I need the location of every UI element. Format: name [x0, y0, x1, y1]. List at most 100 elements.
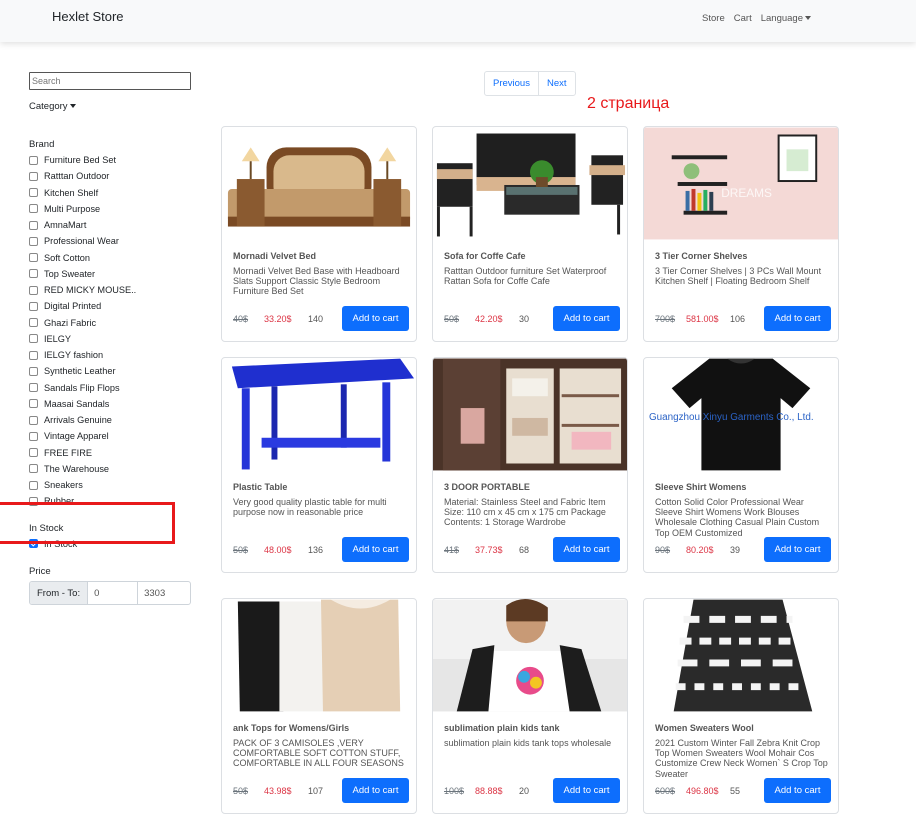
brand-checkbox[interactable] [29, 155, 38, 165]
product-image[interactable] [433, 127, 627, 240]
next-page-button[interactable]: Next [537, 72, 575, 95]
brand-checkbox[interactable] [29, 253, 38, 263]
brand-checkbox-row[interactable]: Furniture Bed Set [29, 152, 204, 168]
nav-links: Store Cart Language [702, 13, 811, 24]
brand-checkbox[interactable] [29, 431, 38, 441]
product-card: Guangzhou Xinyu Garments Co., Ltd. Sleeve… [643, 357, 839, 573]
brand-checkbox-row[interactable]: Soft Cotton [29, 250, 204, 266]
brand-checkbox[interactable] [29, 366, 38, 376]
brand-label: IELGY [44, 333, 72, 344]
product-image[interactable]: Guangzhou Xinyu Garments Co., Ltd. [644, 358, 838, 471]
top-navbar: Hexlet Store Store Cart Language [0, 0, 916, 42]
add-to-cart-button[interactable]: Add to cart [553, 306, 620, 331]
product-image[interactable] [222, 358, 416, 471]
nav-store-link[interactable]: Store [702, 13, 725, 24]
search-input[interactable] [29, 72, 191, 90]
brand-checkbox-row[interactable]: Maasai Sandals [29, 396, 204, 412]
product-footer: 50$ 42.20$ 30 Add to cart [444, 306, 620, 331]
brand-checkbox[interactable] [29, 350, 38, 360]
brand-checkbox-row[interactable]: Multi Purpose [29, 201, 204, 217]
add-to-cart-button[interactable]: Add to cart [553, 537, 620, 562]
brand-label: Furniture Bed Set [44, 155, 117, 166]
brand-checkbox-row[interactable]: Ratttan Outdoor [29, 168, 204, 184]
product-card: Women Sweaters Wool 2021 Custom Winter Fa… [643, 598, 839, 814]
price-range-label: From - To: [30, 582, 89, 604]
product-image[interactable] [222, 127, 416, 240]
brand-checkbox-row[interactable]: Arrivals Genuine [29, 412, 204, 428]
product-title: Mornadi Velvet Bed [233, 251, 317, 261]
previous-page-button[interactable]: Previous [485, 72, 538, 95]
brand-checkbox[interactable] [29, 448, 38, 458]
old-price: 40$ [233, 313, 249, 324]
brand-checkbox-row[interactable]: Professional Wear [29, 233, 204, 249]
add-to-cart-button[interactable]: Add to cart [553, 778, 620, 803]
brand-checkbox[interactable] [29, 269, 38, 279]
brand-checkbox-row[interactable]: Sneakers [29, 477, 204, 493]
brand-checkbox[interactable] [29, 171, 38, 181]
brand-checkbox[interactable] [29, 464, 38, 474]
brand-checkbox-row[interactable]: Digital Printed [29, 298, 204, 314]
stock-count: 68 [519, 544, 530, 555]
brand-checkbox-row[interactable]: The Warehouse [29, 461, 204, 477]
product-description: Mornadi Velvet Bed Base with Headboard S… [233, 266, 400, 297]
brand-checkbox-row[interactable]: Vintage Apparel [29, 428, 204, 444]
add-to-cart-button[interactable]: Add to cart [342, 537, 409, 562]
brand-checkbox[interactable] [29, 204, 38, 214]
sale-price: 80.20$ [686, 544, 714, 555]
brand-checkbox-row[interactable]: IELGY fashion [29, 347, 204, 363]
product-footer: 90$ 80.20$ 39 Add to cart [655, 537, 831, 562]
add-to-cart-button[interactable]: Add to cart [342, 306, 409, 331]
category-label: Category [29, 101, 68, 112]
brand-checkbox-row[interactable]: FREE FIRE [29, 445, 204, 461]
brand-checkbox[interactable] [29, 301, 38, 311]
brand-checkbox[interactable] [29, 188, 38, 198]
brand-label: IELGY fashion [44, 350, 104, 361]
brand-checkbox-row[interactable]: Sandals Flip Flops [29, 380, 204, 396]
brand-label: AmnaMart [44, 220, 87, 231]
nav-cart-link[interactable]: Cart [734, 13, 752, 24]
category-dropdown[interactable]: Category [29, 101, 204, 112]
brand-checkbox-row[interactable]: Top Sweater [29, 266, 204, 282]
brand-checkbox[interactable] [29, 334, 38, 344]
add-to-cart-button[interactable]: Add to cart [764, 306, 831, 331]
product-description: Material: Stainless Steel and Fabric Ite… [444, 497, 606, 528]
caret-down-icon [805, 16, 811, 21]
add-to-cart-button[interactable]: Add to cart [764, 537, 831, 562]
brand-checkbox-row[interactable]: Ghazi Fabric [29, 315, 204, 331]
brand-checkbox[interactable] [29, 399, 38, 409]
add-to-cart-button[interactable]: Add to cart [342, 778, 409, 803]
brand-checkbox-row[interactable]: AmnaMart [29, 217, 204, 233]
product-image[interactable]: DREAMS [644, 127, 838, 240]
brand-checkbox[interactable] [29, 480, 38, 490]
brand-checkbox-row[interactable]: Kitchen Shelf [29, 185, 204, 201]
product-image[interactable] [222, 599, 416, 712]
brand-checkbox-row[interactable]: Synthetic Leather [29, 363, 204, 379]
brand-checkbox[interactable] [29, 220, 38, 230]
price-from-input[interactable]: 0 [88, 582, 139, 604]
add-to-cart-button[interactable]: Add to cart [764, 778, 831, 803]
brand-checkbox-row[interactable]: IELGY [29, 331, 204, 347]
product-image[interactable] [433, 358, 627, 471]
brand-label: Top Sweater [44, 268, 96, 279]
product-image[interactable] [433, 599, 627, 712]
brand-label: Soft Cotton [44, 252, 90, 263]
price-to-input[interactable]: 3303 [138, 582, 190, 604]
brand-checkbox[interactable] [29, 318, 38, 328]
product-title: Sofa for Coffe Cafe [444, 251, 526, 261]
product-title: Sleeve Shirt Womens [655, 482, 747, 492]
product-image[interactable] [644, 599, 838, 712]
product-card: Plastic Table Very good quality plastic t… [221, 357, 417, 573]
nav-language-dropdown[interactable]: Language [761, 13, 811, 24]
product-title: 3 DOOR PORTABLE [444, 482, 530, 492]
brand-label: Multi Purpose [44, 203, 101, 214]
product-card: ank Tops for Womens/Girls PACK OF 3 CAMIS… [221, 598, 417, 814]
sale-price: 48.00$ [264, 544, 292, 555]
store-brand[interactable]: Hexlet Store [52, 9, 124, 24]
price-title: Price [29, 565, 51, 577]
brand-checkbox[interactable] [29, 236, 38, 246]
brand-checkbox[interactable] [29, 415, 38, 425]
brand-checkbox-row[interactable]: RED MICKY MOUSE.. [29, 282, 204, 298]
sale-price: 581.00$ [686, 313, 719, 324]
brand-checkbox[interactable] [29, 285, 38, 295]
brand-checkbox[interactable] [29, 383, 38, 393]
